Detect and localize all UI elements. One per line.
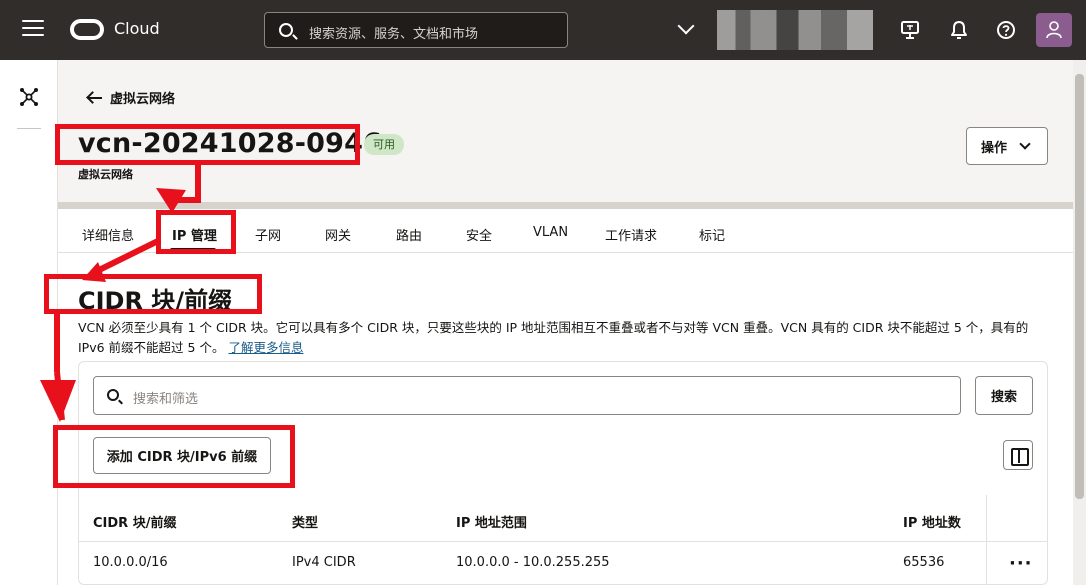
annotation-arrowhead (40, 380, 76, 422)
annotation-arrow (93, 237, 162, 275)
annotation-arrowhead (82, 262, 106, 282)
annotation-arrows (40, 165, 201, 422)
